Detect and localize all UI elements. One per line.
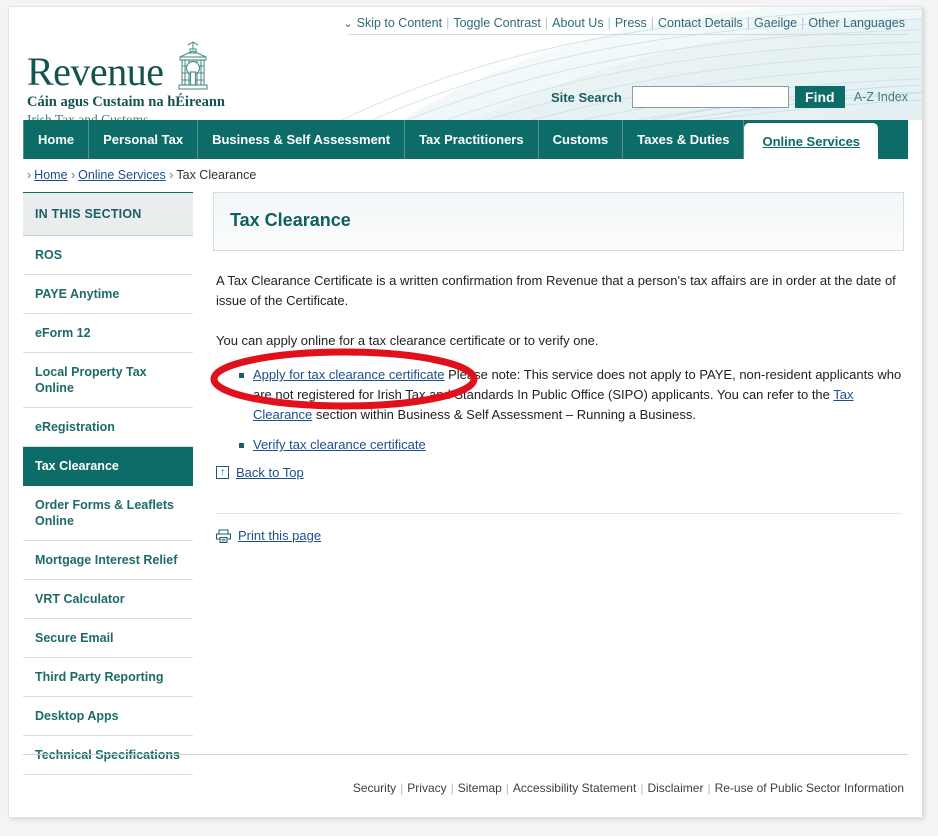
link-verify-tax-clearance-certificate[interactable]: Verify tax clearance certificate: [253, 437, 426, 452]
nav-item-taxes-duties[interactable]: Taxes & Duties: [623, 120, 745, 159]
find-button[interactable]: Find: [794, 86, 845, 108]
sidebar-item-tax-clearance[interactable]: Tax Clearance: [23, 447, 193, 486]
sidebar-item-third-party-reporting[interactable]: Third Party Reporting: [23, 658, 193, 697]
search-label: Site Search: [550, 89, 622, 105]
list-item-apply: Apply for tax clearance certificate Plea…: [239, 365, 904, 425]
page-root: ⌄ Skip to Content | Toggle Contrast | About U…: [0, 0, 938, 836]
az-index-link[interactable]: A-Z Index: [854, 90, 908, 104]
revenue-logo[interactable]: Revenue Cáin agus Custaim na hÉireann Ir…: [27, 40, 225, 120]
browser-page-sheet: ⌄ Skip to Content | Toggle Contrast | About U…: [8, 6, 923, 818]
sidebar-item-secure-email[interactable]: Secure Email: [23, 619, 193, 658]
link-about-us[interactable]: About Us: [549, 16, 606, 30]
main-content: Tax Clearance A Tax Clearance Certificat…: [213, 192, 908, 543]
logo-english-tagline: Irish Tax and Customs: [27, 112, 149, 120]
sidebar-item-desktop-apps[interactable]: Desktop Apps: [23, 697, 193, 736]
page-body: IN THIS SECTION ROS PAYE Anytime eForm 1…: [23, 192, 908, 775]
printer-icon: [216, 529, 231, 543]
link-gaeilge[interactable]: Gaeilge: [751, 16, 800, 30]
sidebar-item-mortgage-interest-relief[interactable]: Mortgage Interest Relief: [23, 541, 193, 580]
intro-paragraph-1: A Tax Clearance Certificate is a written…: [216, 273, 896, 308]
top-links-divider: [348, 34, 908, 35]
nav-item-online-services[interactable]: Online Services: [744, 123, 879, 159]
footer-link-reuse-public-sector-information[interactable]: Re-use of Public Sector Information: [711, 781, 908, 795]
search-input[interactable]: [631, 86, 789, 108]
section-sidebar: IN THIS SECTION ROS PAYE Anytime eForm 1…: [23, 192, 193, 775]
skip-to-content-arrow-icon: ⌄: [343, 18, 353, 30]
site-search: Site Search Find A-Z Index: [551, 86, 908, 108]
page-title-panel: Tax Clearance: [213, 192, 904, 251]
nav-item-business-self-assessment[interactable]: Business & Self Assessment: [198, 120, 406, 159]
nav-item-customs[interactable]: Customs: [539, 120, 624, 159]
sidebar-header: IN THIS SECTION: [23, 193, 193, 235]
logo-irish-tagline: Cáin agus Custaim na hÉireann: [27, 94, 225, 110]
sidebar-item-paye-anytime[interactable]: PAYE Anytime: [23, 275, 193, 314]
list-item-verify: Verify tax clearance certificate: [239, 435, 904, 455]
print-this-page[interactable]: Print this page: [216, 528, 904, 543]
sidebar-item-local-property-tax-online[interactable]: Local Property Tax Online: [23, 353, 193, 408]
footer-divider: [23, 754, 908, 755]
footer-link-privacy[interactable]: Privacy: [403, 781, 450, 795]
print-this-page-label[interactable]: Print this page: [238, 528, 321, 543]
intro-paragraph-2: You can apply online for a tax clearance…: [216, 333, 599, 348]
utility-links: ⌄ Skip to Content | Toggle Contrast | About U…: [343, 16, 908, 30]
breadcrumb-arrow-icon: ›: [27, 168, 32, 182]
link-contact-details[interactable]: Contact Details: [655, 16, 746, 30]
footer-link-accessibility-statement[interactable]: Accessibility Statement: [509, 781, 640, 795]
link-toggle-contrast[interactable]: Toggle Contrast: [450, 16, 544, 30]
sidebar-item-vrt-calculator[interactable]: VRT Calculator: [23, 580, 193, 619]
apply-note-after: section within Business & Self Assessmen…: [312, 407, 696, 422]
main-navigation: Home Personal Tax Business & Self Assess…: [23, 120, 908, 159]
content-divider: [216, 513, 901, 514]
footer-link-sitemap[interactable]: Sitemap: [454, 781, 506, 795]
sidebar-item-eregistration[interactable]: eRegistration: [23, 408, 193, 447]
back-to-top-label[interactable]: Back to Top: [236, 465, 304, 480]
revenue-building-emblem-icon: [178, 41, 209, 90]
footer-links: Security | Privacy | Sitemap | Accessibility S…: [349, 781, 908, 795]
back-to-top[interactable]: ↑ Back to Top: [216, 465, 904, 480]
up-arrow-box-icon: ↑: [216, 466, 229, 479]
sidebar-item-ros[interactable]: ROS: [23, 235, 193, 275]
breadcrumb: › Home › Online Services › Tax Clearance: [27, 168, 922, 182]
breadcrumb-item-home[interactable]: Home: [34, 168, 67, 182]
nav-item-personal-tax[interactable]: Personal Tax: [89, 120, 199, 159]
link-other-languages[interactable]: Other Languages: [805, 16, 908, 30]
breadcrumb-arrow-icon: ›: [169, 168, 174, 182]
nav-item-home[interactable]: Home: [23, 120, 90, 159]
sidebar-item-technical-specifications[interactable]: Technical Specifications: [23, 736, 193, 775]
logo-wordmark: Revenue: [27, 49, 164, 94]
sidebar-item-order-forms-leaflets-online[interactable]: Order Forms & Leaflets Online: [23, 486, 193, 541]
breadcrumb-item-current: Tax Clearance: [176, 168, 257, 182]
site-header: ⌄ Skip to Content | Toggle Contrast | About U…: [9, 7, 922, 120]
sidebar-item-eform-12[interactable]: eForm 12: [23, 314, 193, 353]
link-press[interactable]: Press: [612, 16, 650, 30]
service-links-list: Apply for tax clearance certificate Plea…: [213, 365, 904, 455]
footer-link-disclaimer[interactable]: Disclaimer: [643, 781, 707, 795]
footer-link-security[interactable]: Security: [349, 781, 400, 795]
link-apply-for-tax-clearance-certificate[interactable]: Apply for tax clearance certificate: [253, 367, 444, 382]
breadcrumb-arrow-icon: ›: [71, 168, 76, 182]
nav-item-tax-practitioners[interactable]: Tax Practitioners: [405, 120, 539, 159]
link-skip-to-content[interactable]: Skip to Content: [354, 16, 445, 30]
page-title: Tax Clearance: [230, 210, 351, 230]
breadcrumb-item-online-services[interactable]: Online Services: [78, 168, 166, 182]
